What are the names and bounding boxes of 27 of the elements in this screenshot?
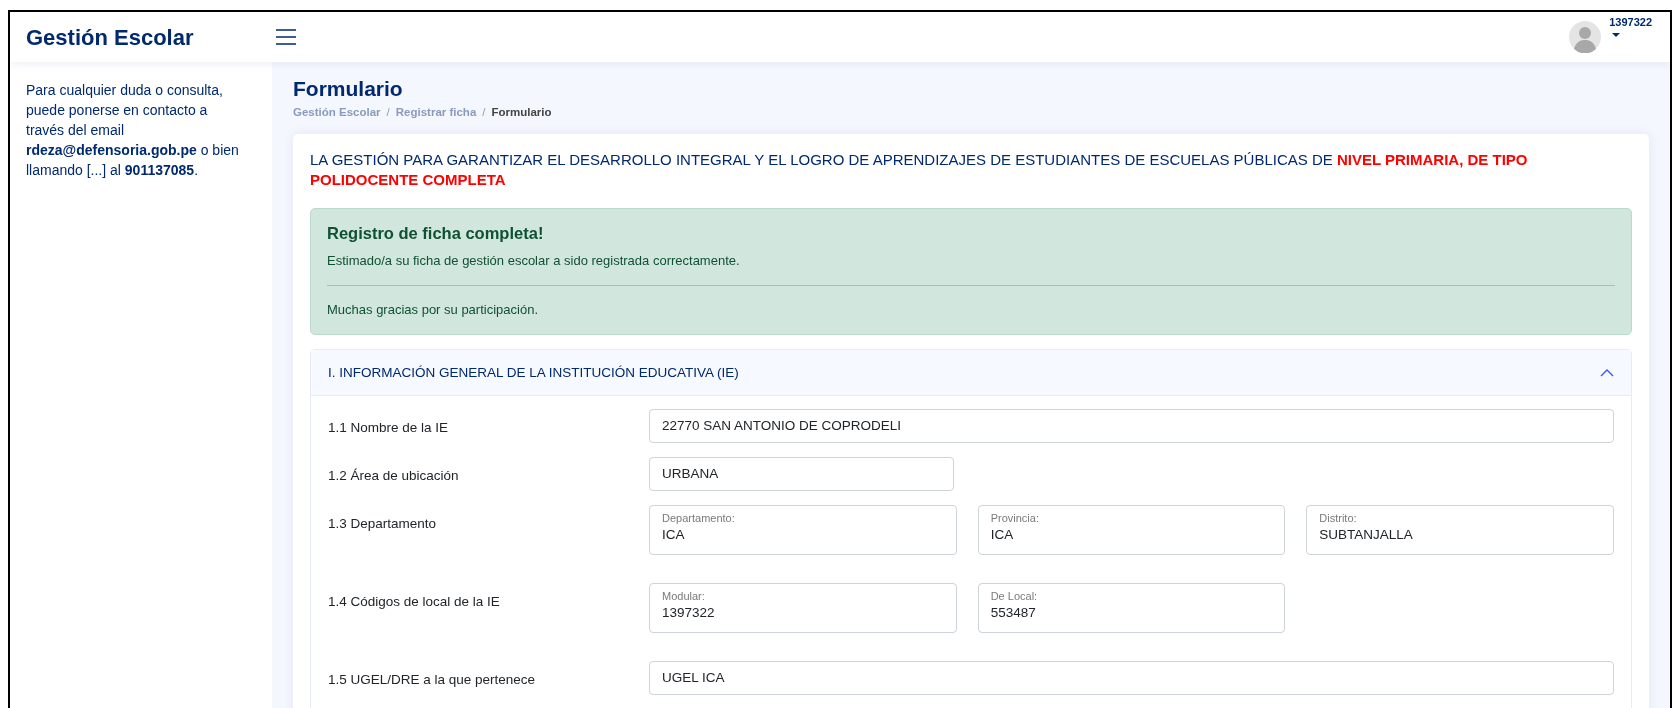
contact-note: Para cualquier duda o consulta, puede ponerse en contacto a través del email rdeza@defensoria.gob.pe o bien llamando [...] al 901137085.: [26, 81, 240, 180]
text-field[interactable]: 22770 SAN ANTONIO DE COPRODELI: [649, 409, 1614, 444]
field-label: 1.3 Departamento: [328, 515, 438, 534]
alert-footer: Muchas gracias por su participación.: [327, 299, 1615, 320]
caret-icon: [1612, 33, 1621, 37]
breadcrumb-separator: /: [482, 105, 486, 120]
labeled-field[interactable]: Provincia: ICA: [977, 505, 1286, 556]
accordion-header[interactable]: I. INFORMACIÓN GENERAL DE LA INSTITUCIÓN EDUCATIVA (IE): [311, 350, 1631, 397]
field-label: 1.5 UGEL/DRE a la que pertenece: [328, 671, 537, 690]
text-field[interactable]: UGEL ICA: [649, 661, 1614, 696]
field-label: 1.4 Códigos de local de la IE: [328, 593, 501, 612]
labeled-field[interactable]: Modular: 1397322: [649, 583, 957, 634]
user-menu-button[interactable]: 1397322: [1609, 15, 1652, 37]
labeled-field[interactable]: Departamento: ICA: [649, 505, 957, 556]
breadcrumb-separator: /: [386, 105, 390, 120]
menu-icon[interactable]: [276, 29, 296, 45]
labeled-field[interactable]: De Local: 553487: [977, 583, 1286, 634]
breadcrumb-current: Formulario: [491, 105, 552, 120]
field-label: 1.1 Nombre de la IE: [328, 419, 450, 438]
text-field[interactable]: URBANA: [649, 457, 954, 492]
alert-title: Registro de ficha completa!: [327, 223, 545, 245]
brand-title: Gestión Escolar: [26, 24, 194, 50]
field-label: 1.2 Área de ubicación: [328, 467, 460, 486]
page-title: Formulario: [293, 76, 404, 102]
labeled-field[interactable]: Distrito: SUBTANJALLA: [1306, 505, 1614, 556]
form-heading: LA GESTIÓN PARA GARANTIZAR EL DESARROLLO INTEGRAL Y EL LOGRO DE APRENDIZAJES DE ESTUDIANTES DE ESCUELAS PÚBLICAS DE NIVEL PRIMARIA, DE TIPO POLIDOCENTE COMPLETA: [310, 150, 1529, 191]
alert-message: Estimado/a su ficha de gestión escolar a sido registrada correctamente.: [327, 252, 741, 271]
